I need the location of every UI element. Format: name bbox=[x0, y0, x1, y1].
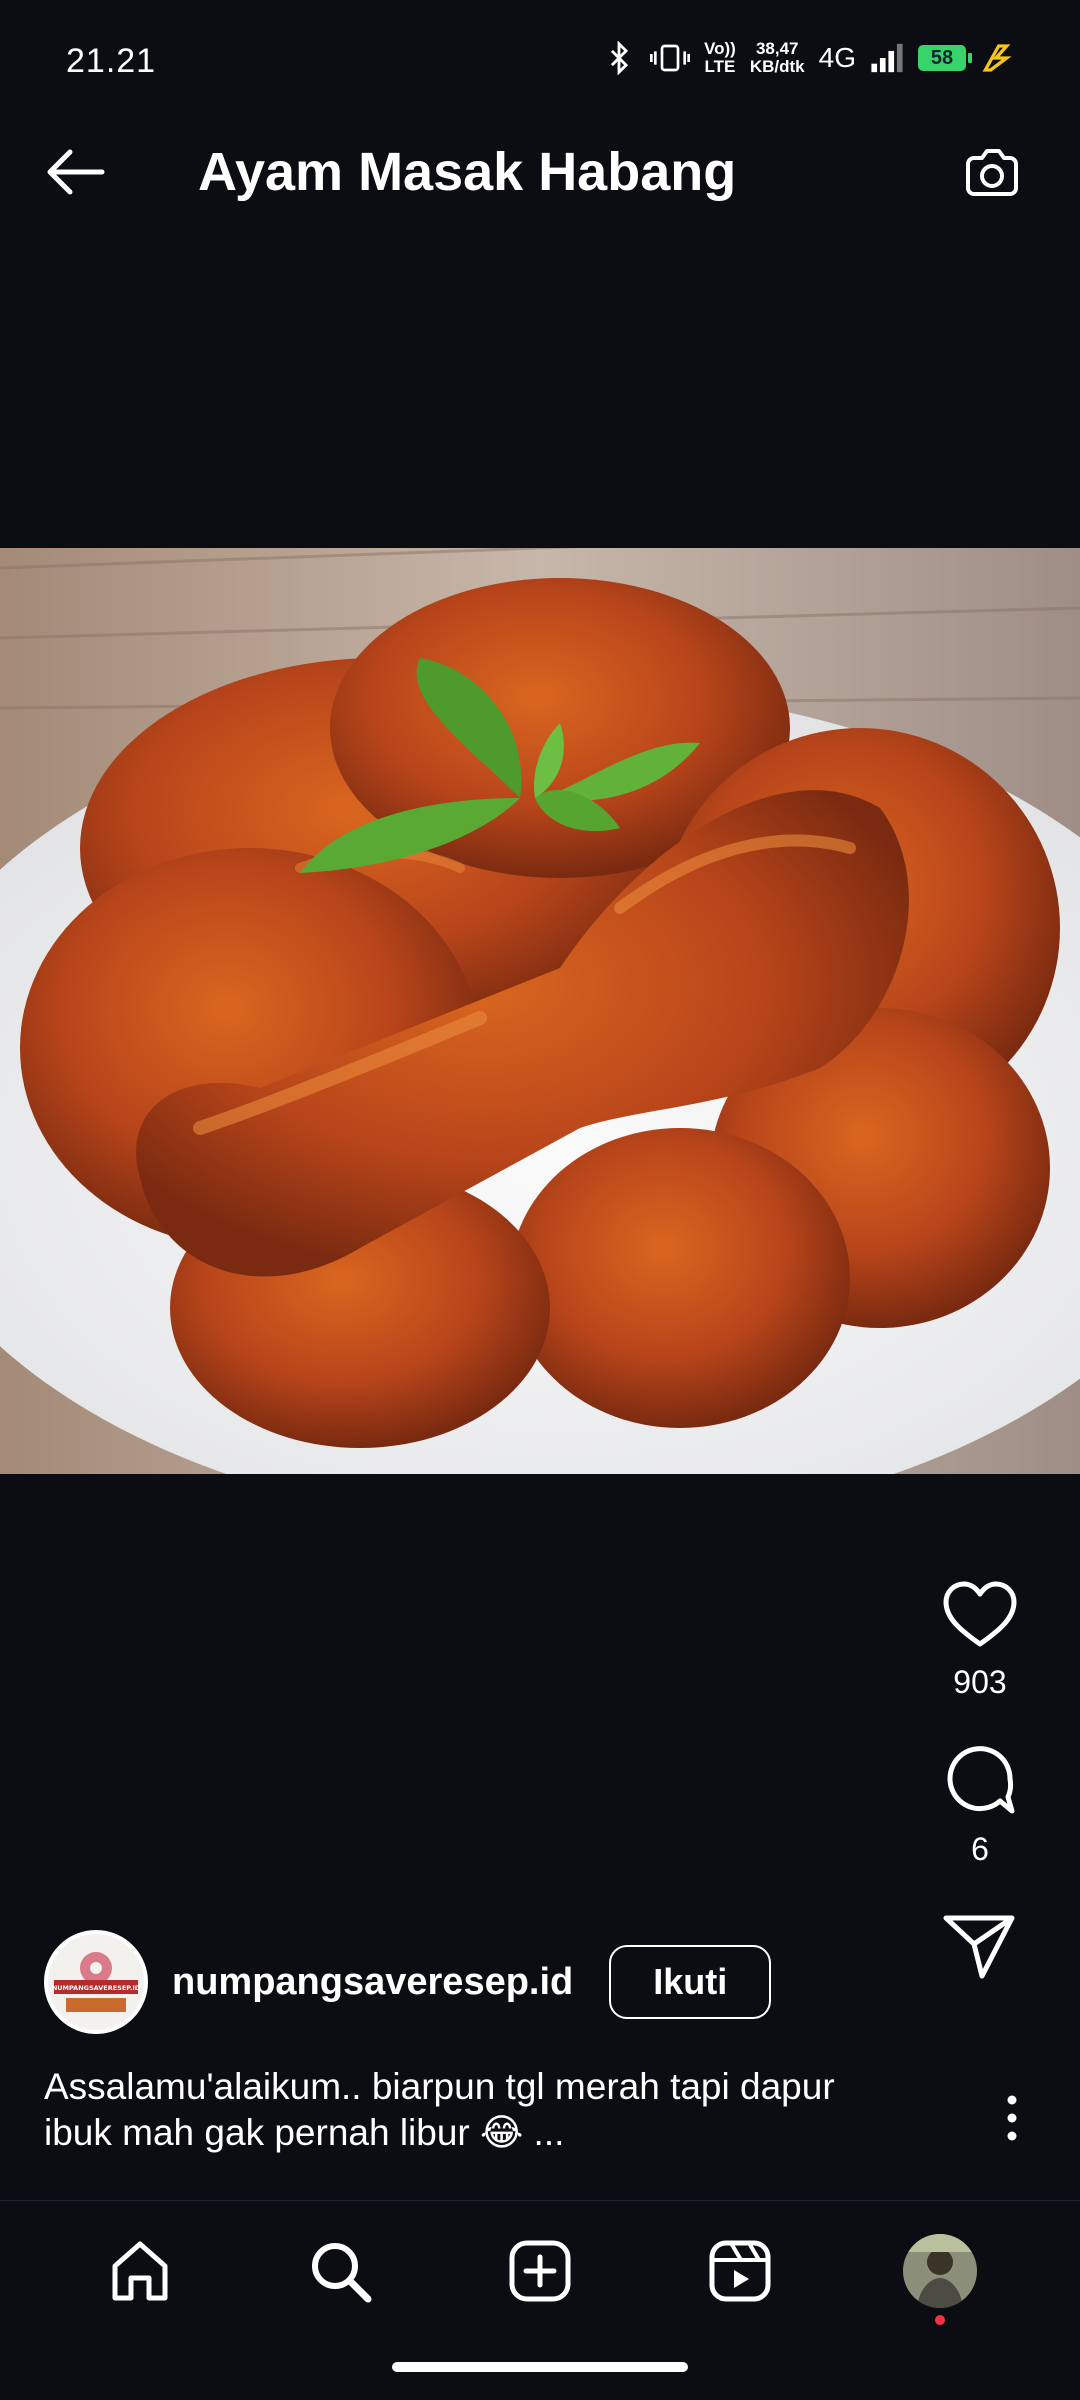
post-actions: 903 6 bbox=[910, 1580, 1050, 1982]
signal-icon bbox=[871, 43, 903, 73]
network-type: 4G bbox=[818, 42, 856, 73]
charging-icon bbox=[982, 44, 1012, 72]
bottom-nav bbox=[0, 2200, 1080, 2340]
volte-top: Vo)) bbox=[704, 39, 736, 58]
author-username[interactable]: numpangsaveresep.id bbox=[172, 1961, 573, 2004]
home-icon bbox=[112, 2241, 168, 2300]
volte-indicator: Vo)) LTE bbox=[704, 40, 736, 76]
like-action: 903 bbox=[910, 1580, 1050, 1701]
profile-avatar bbox=[903, 2233, 977, 2308]
create-icon bbox=[509, 2240, 571, 2301]
search-icon bbox=[312, 2242, 372, 2302]
battery-indicator: 58 bbox=[918, 45, 972, 71]
like-count: 903 bbox=[953, 1664, 1007, 1700]
net-speed-value: 38,47 bbox=[755, 39, 799, 58]
food-image bbox=[0, 548, 1080, 1474]
net-speed-unit: KB/dtk bbox=[749, 57, 805, 76]
camera-icon[interactable] bbox=[960, 140, 1024, 204]
home-indicator[interactable] bbox=[392, 2362, 688, 2372]
nav-profile[interactable] bbox=[900, 2231, 980, 2325]
status-icons: Vo)) LTE 38,47 KB/dtk 4G 58 bbox=[602, 40, 1020, 76]
author-avatar[interactable]: NUMPANGSAVERESEP.ID bbox=[44, 1930, 148, 2034]
nav-create[interactable] bbox=[500, 2231, 580, 2311]
author-logo-text: NUMPANGSAVERESEP.ID bbox=[52, 1984, 141, 1992]
notification-dot bbox=[935, 2314, 945, 2325]
volte-bottom: LTE bbox=[704, 57, 736, 76]
vibrate-icon bbox=[650, 44, 691, 72]
author-logo: NUMPANGSAVERESEP.ID bbox=[48, 1934, 144, 2030]
status-time: 21.21 bbox=[66, 42, 157, 80]
back-arrow-icon[interactable] bbox=[44, 140, 108, 204]
post-author: NUMPANGSAVERESEP.ID numpangsaveresep.id … bbox=[44, 1930, 772, 2034]
nav-search[interactable] bbox=[300, 2231, 380, 2311]
post-caption[interactable]: Assalamu'alaikum.. biarpun tgl merah tap… bbox=[44, 2064, 904, 2156]
post-photo[interactable] bbox=[0, 548, 1080, 1474]
bluetooth-icon bbox=[610, 41, 629, 75]
follow-button[interactable]: Ikuti bbox=[609, 1945, 772, 2019]
status-bar: 21.21 Vo)) LTE 38,47 KB/dtk 4G 58 bbox=[0, 0, 1080, 100]
comment-action: 6 bbox=[910, 1741, 1050, 1868]
comment-count: 6 bbox=[971, 1831, 989, 1867]
heart-icon[interactable] bbox=[942, 1580, 1018, 1650]
comment-icon[interactable] bbox=[942, 1741, 1018, 1817]
nav-reels[interactable] bbox=[700, 2231, 780, 2311]
more-options-icon[interactable] bbox=[1004, 2094, 1020, 2142]
page-title: Ayam Masak Habang bbox=[198, 142, 737, 202]
nav-home[interactable] bbox=[100, 2231, 180, 2311]
share-action bbox=[910, 1912, 1050, 1982]
share-icon[interactable] bbox=[942, 1912, 1018, 1982]
reels-icon bbox=[709, 2240, 771, 2301]
net-speed: 38,47 KB/dtk bbox=[750, 40, 805, 76]
